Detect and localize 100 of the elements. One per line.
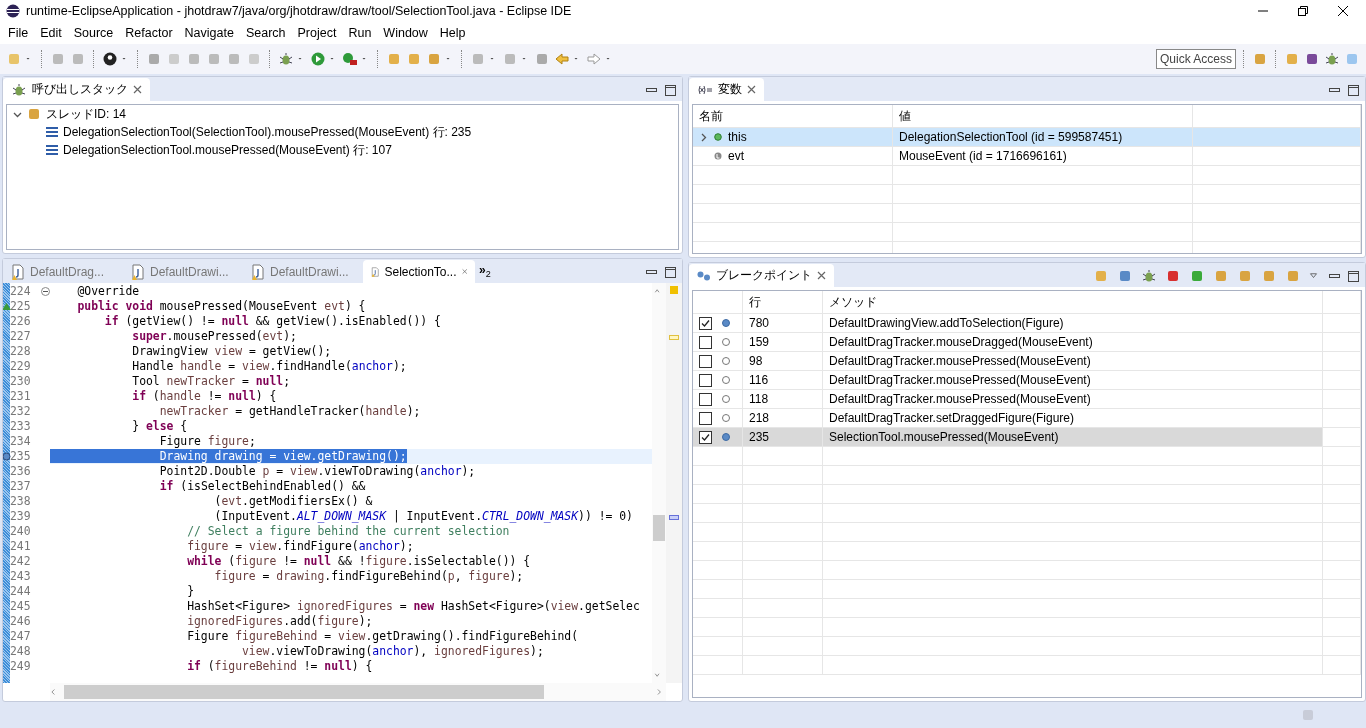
variable-row[interactable]: this [693,128,893,147]
stack-frame[interactable]: DelegationSelectionTool(SelectionTool).mousePressed(MouseEvent) 行: 235 [63,123,472,141]
stack-frame[interactable]: DelegationSelectionTool.mousePressed(MouseEvent) 行: 107 [63,141,392,159]
line-cell[interactable]: 235 [743,428,823,447]
code-line: figure = drawing.findFigureBehind(p, figure); [213,569,525,584]
maximize-icon[interactable] [665,84,676,96]
minimize-icon[interactable] [646,270,657,274]
debug-perspective-icon[interactable] [1324,51,1340,67]
empty-cell [1323,390,1361,409]
fold-icon[interactable] [41,287,50,296]
run-tool-icon[interactable] [342,51,358,67]
line-number: 235 [10,449,31,464]
empty-cell [693,466,743,485]
empty-cell [1323,314,1361,333]
bug-icon[interactable] [278,51,294,67]
line-number: 240 [10,524,31,539]
code-line: super.mousePressed(evt); [131,329,298,344]
code-line: // Select a figure behind the current selection [186,524,511,539]
value-cell: DelegationSelectionTool (id = 599587451) [893,128,1193,147]
code-line: if (isSelectBehindEnabled() && [158,479,367,494]
empty-cell [693,504,743,523]
editor-tab[interactable]: DefaultDrawi... [243,260,363,283]
line-number: 249 [10,659,31,674]
code-line: @Override [76,284,141,299]
empty-cell [1323,466,1361,485]
close-icon[interactable] [1338,6,1348,16]
method-cell: DefaultDragTracker.mousePressed(MouseEvent) [823,352,1323,371]
code-line: newTracker = getHandleTracker(handle); [158,404,422,419]
scrollbar-thumb[interactable] [64,685,544,699]
line-number: 231 [10,389,31,404]
call-stack-tab[interactable]: 呼び出しスタック [3,78,150,101]
line-cell[interactable]: 159 [743,333,823,352]
menu-item[interactable]: Search [239,26,292,40]
editor-tab[interactable]: SelectionTo... [363,260,475,283]
scrollbar-thumb[interactable] [653,515,665,541]
occurrence-marker-icon [669,335,679,340]
line-cell[interactable]: 118 [743,390,823,409]
menu-item[interactable]: Run [342,26,378,40]
restore-icon[interactable] [1298,6,1308,16]
line-number: 244 [10,584,31,599]
variables-tab[interactable]: 変数 [689,78,764,101]
breakpoint-dot-icon [722,414,730,422]
empty-cell [1323,656,1361,675]
breakpoint-dot-icon [722,357,730,365]
menu-item[interactable]: File [2,26,35,40]
bug-icon[interactable] [11,81,27,98]
empty-cell [693,561,743,580]
breakpoints-tab[interactable]: ブレークポイント [689,264,834,287]
java-file-icon [131,263,145,280]
line-number: 229 [10,359,31,374]
minimize-icon[interactable] [646,88,657,92]
forward-arrow-icon[interactable] [586,51,602,67]
quick-access-field[interactable]: Quick Access [1156,49,1236,69]
code-line: while (figure != null && !figure.isSelectable()) { [186,554,532,569]
editor-tab[interactable]: DefaultDrawi... [123,260,243,283]
line-cell[interactable]: 98 [743,352,823,371]
line-cell[interactable]: 780 [743,314,823,333]
code-line: } else { [131,419,189,434]
menu-item[interactable]: Navigate [178,26,240,40]
editor-tab[interactable]: DefaultDrag... [3,260,123,283]
terminate-icon[interactable] [1165,268,1181,284]
thread-label[interactable]: スレッドID: 14 [46,105,126,123]
line-number: 232 [10,404,31,419]
menu-item[interactable]: Edit [34,26,68,40]
menu-item[interactable]: Source [67,26,120,40]
line-number: 245 [10,599,31,614]
checkbox[interactable] [699,373,712,387]
column-header[interactable]: 行 [743,291,823,314]
line-number: 246 [10,614,31,629]
more-tabs[interactable]: »$_{2}$ [479,262,491,280]
person-icon[interactable] [102,51,118,67]
checkbox[interactable] [699,316,712,330]
line-cell[interactable]: 116 [743,371,823,390]
code-line: DrawingView view = getView(); [131,344,333,359]
variable-row[interactable]: evt [693,147,893,166]
run-icon[interactable] [310,51,326,67]
debug-icon[interactable] [1141,268,1157,284]
minimize-icon[interactable] [1329,274,1340,278]
checkbox[interactable] [699,430,712,444]
stack-frame-icon [45,144,59,156]
checkbox[interactable] [699,354,712,368]
menu-item[interactable]: Help [433,26,472,40]
maximize-icon[interactable] [665,266,676,278]
line-number: 241 [10,539,31,554]
breakpoint-dot-icon [722,395,730,403]
code-line: Point2D.Double p = view.viewToDrawing(anchor); [158,464,477,479]
position-marker-icon [669,515,679,520]
empty-cell [693,542,743,561]
line-number: 227 [10,329,31,344]
menu-item[interactable]: Window [377,26,434,40]
menu-item[interactable]: Project [291,26,343,40]
checkbox[interactable] [699,411,712,425]
menu-item[interactable]: Refactor [119,26,179,40]
maximize-icon[interactable] [1348,270,1359,282]
column-header[interactable]: メソッド [823,291,1323,314]
checkbox[interactable] [699,335,712,349]
minimize-icon[interactable] [1329,88,1340,92]
checkbox[interactable] [699,392,712,406]
maximize-icon[interactable] [1348,84,1359,96]
back-arrow-icon[interactable] [554,51,570,67]
